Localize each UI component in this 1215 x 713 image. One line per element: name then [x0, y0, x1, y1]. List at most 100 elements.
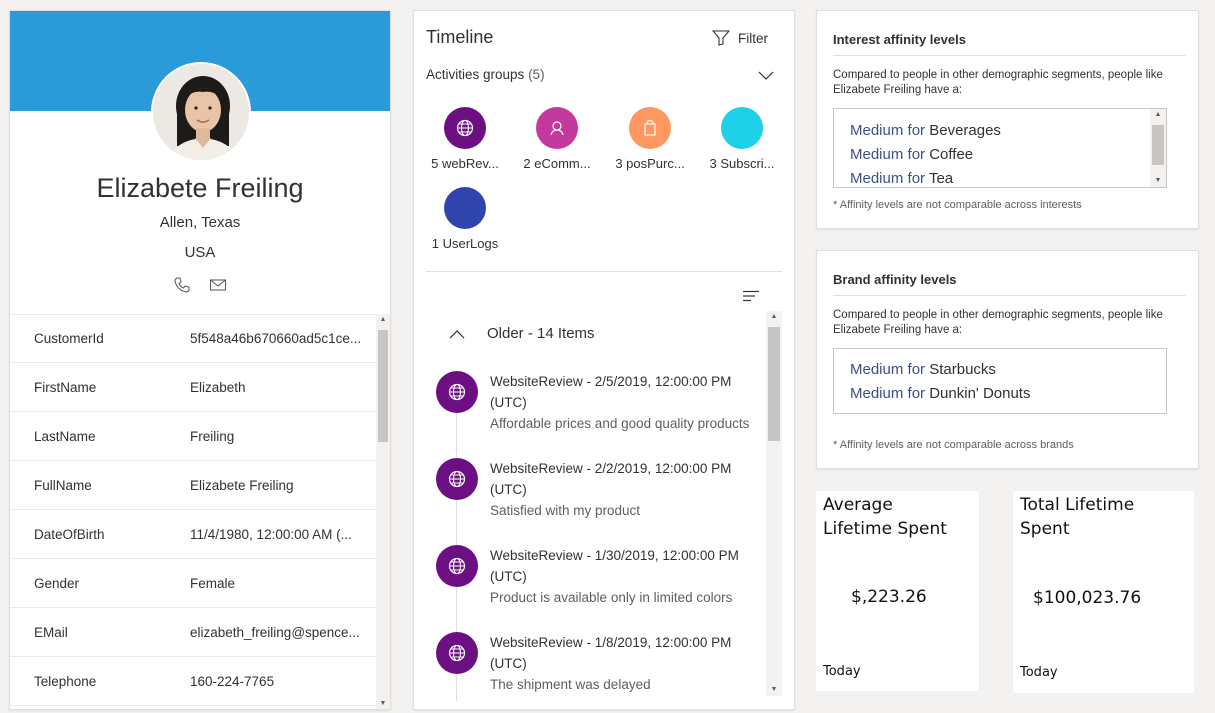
affinity-for: for [907, 122, 926, 139]
timeline-item-dot [436, 632, 478, 674]
scroll-up-arrow[interactable]: ▲ [376, 314, 390, 326]
activity-group-label: 1 UserLogs [431, 236, 499, 251]
brand-affinity-item: Medium for Starbucks [850, 358, 1150, 382]
affinity-category: Starbucks [929, 361, 996, 378]
phone-icon[interactable] [173, 276, 191, 294]
affinity-level: Medium [850, 361, 904, 378]
scroll-up-arrow[interactable]: ▲ [1150, 109, 1166, 121]
interest-affinity-note: * Affinity levels are not comparable acr… [833, 199, 1082, 211]
field-value: Female [190, 575, 236, 591]
contact-actions [10, 276, 390, 294]
affinity-for: for [907, 170, 926, 187]
kpi-value: $100,023.76 [1033, 588, 1142, 608]
customer-full-name: Elizabete Freiling [96, 173, 304, 203]
activities-groups-count: (5) [528, 67, 545, 82]
kpi-title-line: Average [823, 495, 893, 515]
avatar [151, 62, 251, 162]
affinity-for: for [907, 146, 926, 163]
kpi-title-line: Lifetime Spent [823, 519, 947, 539]
brand-affinity-card: Brand affinity levels Compared to people… [816, 250, 1199, 469]
field-value: 160-224-7765 [190, 673, 275, 689]
kpi-average-lifetime-spent: Average Lifetime Spent $,223.26 Today [816, 491, 979, 691]
activity-group-userlogs[interactable]: 1 UserLogs [420, 187, 510, 251]
field-row: Gender Female [10, 559, 376, 608]
kpi-period: Today [1020, 665, 1058, 680]
timeline-item-description: Affordable prices and good quality produ… [490, 416, 750, 431]
field-value: 5f548a46b670660ad5c1ce... [190, 331, 362, 346]
brand-affinity-title: Brand affinity levels [833, 272, 957, 287]
field-row: FirstName Elizabeth [10, 363, 376, 412]
kpi-title-line: Spent [1020, 519, 1070, 539]
brand-affinity-item: Medium for Dunkin' Donuts [850, 382, 1150, 406]
scroll-up-arrow[interactable]: ▲ [766, 311, 782, 323]
interest-affinity-item: Medium for Coffee [850, 143, 1150, 167]
affinity-for: for [907, 361, 926, 378]
interest-affinity-list[interactable]: Medium for Beverages Medium for Coffee M… [833, 108, 1167, 188]
affinity-category: Dunkin' Donuts [929, 385, 1031, 402]
interest-affinity-item: Medium for Tea [850, 167, 1150, 187]
mail-icon[interactable] [209, 276, 227, 294]
activity-group-subscriptions[interactable]: 3 Subscri... [697, 107, 787, 171]
profile-fields-scrollbar[interactable]: ▲ ▼ [376, 314, 390, 709]
customer-country: USA [184, 244, 216, 261]
bag-icon [644, 119, 656, 136]
timeline-item-timezone: (UTC) [490, 569, 527, 584]
globe-icon [456, 119, 474, 137]
timeline-scrollbar[interactable]: ▲ ▼ [766, 311, 782, 696]
timeline-item-dot [436, 371, 478, 413]
chevron-up-icon[interactable] [449, 329, 465, 339]
activity-group-pospurchases[interactable]: 3 posPurc... [605, 107, 695, 171]
interest-list-scrollbar[interactable]: ▲ ▼ [1150, 109, 1166, 187]
field-row: Telephone 160-224-7765 [10, 657, 376, 706]
activity-group-ecommerce[interactable]: 2 eComm... [512, 107, 602, 171]
field-row: FullName Elizabete Freiling [10, 461, 376, 510]
field-key: CustomerId [34, 331, 104, 346]
field-row: DateOfBirth 11/4/1980, 12:00:00 AM (... [10, 510, 376, 559]
kpi-period: Today [823, 664, 861, 679]
timeline-item-text: WebsiteReview - 2/5/2019, 12:00:00 PM (U… [490, 371, 770, 434]
field-key: Gender [34, 575, 80, 591]
timeline-card: Timeline Filter Activities groups (5) 5 … [413, 10, 795, 710]
timeline-item-dot [436, 458, 478, 500]
activities-groups-label: Activities groups (5) [426, 67, 545, 82]
filter-label: Filter [738, 30, 768, 46]
older-group-header[interactable]: Older - 14 Items [449, 325, 595, 342]
scroll-thumb[interactable] [378, 330, 388, 442]
scroll-thumb[interactable] [768, 327, 780, 441]
activity-group-circle [629, 107, 671, 149]
timeline-item-timezone: (UTC) [490, 482, 527, 497]
customer-profile-card: Elizabete Freiling Allen, Texas USA Cust… [9, 10, 391, 710]
timeline-item-text: WebsiteReview - 2/2/2019, 12:00:00 PM (U… [490, 458, 770, 521]
scroll-thumb[interactable] [1152, 125, 1164, 165]
activity-group-label: 2 eComm... [523, 156, 591, 171]
scroll-down-arrow[interactable]: ▼ [766, 684, 782, 696]
field-row: CustomerId 5f548a46b670660ad5c1ce... [10, 314, 376, 363]
card-divider [833, 295, 1186, 296]
scroll-down-arrow[interactable]: ▼ [1150, 175, 1166, 187]
scroll-down-arrow[interactable]: ▼ [376, 698, 390, 709]
timeline-item-title: WebsiteReview - 1/30/2019, 12:00:00 PM [490, 548, 739, 563]
person-icon [550, 121, 564, 136]
timeline-item-description: The shipment was delayed [490, 677, 651, 692]
activity-group-circle [721, 107, 763, 149]
globe-icon [448, 644, 466, 662]
field-key: Telephone [34, 673, 97, 689]
field-key: FirstName [34, 379, 97, 395]
profile-fields-list: CustomerId 5f548a46b670660ad5c1ce... Firs… [10, 314, 376, 706]
field-row: EMail elizabeth_freiling@spence... [10, 608, 376, 657]
filter-button[interactable]: Filter [712, 30, 768, 46]
sort-icon[interactable] [742, 290, 760, 302]
field-value: Freiling [190, 428, 235, 444]
activity-group-circle [536, 107, 578, 149]
affinity-level: Medium [850, 122, 904, 139]
field-key: LastName [34, 428, 96, 444]
timeline-item-title: WebsiteReview - 2/2/2019, 12:00:00 PM [490, 461, 732, 476]
interest-affinity-title: Interest affinity levels [833, 32, 966, 47]
affinity-level: Medium [850, 170, 904, 187]
chevron-down-icon[interactable] [758, 69, 774, 81]
activity-group-webreviews[interactable]: 5 webRev... [420, 107, 510, 171]
timeline-item-title: WebsiteReview - 1/8/2019, 12:00:00 PM [490, 635, 732, 650]
brand-affinity-list[interactable]: Medium for Starbucks Medium for Dunkin' … [833, 348, 1167, 414]
kpi-title: Average Lifetime Spent [823, 493, 947, 541]
affinity-category: Tea [928, 170, 954, 187]
